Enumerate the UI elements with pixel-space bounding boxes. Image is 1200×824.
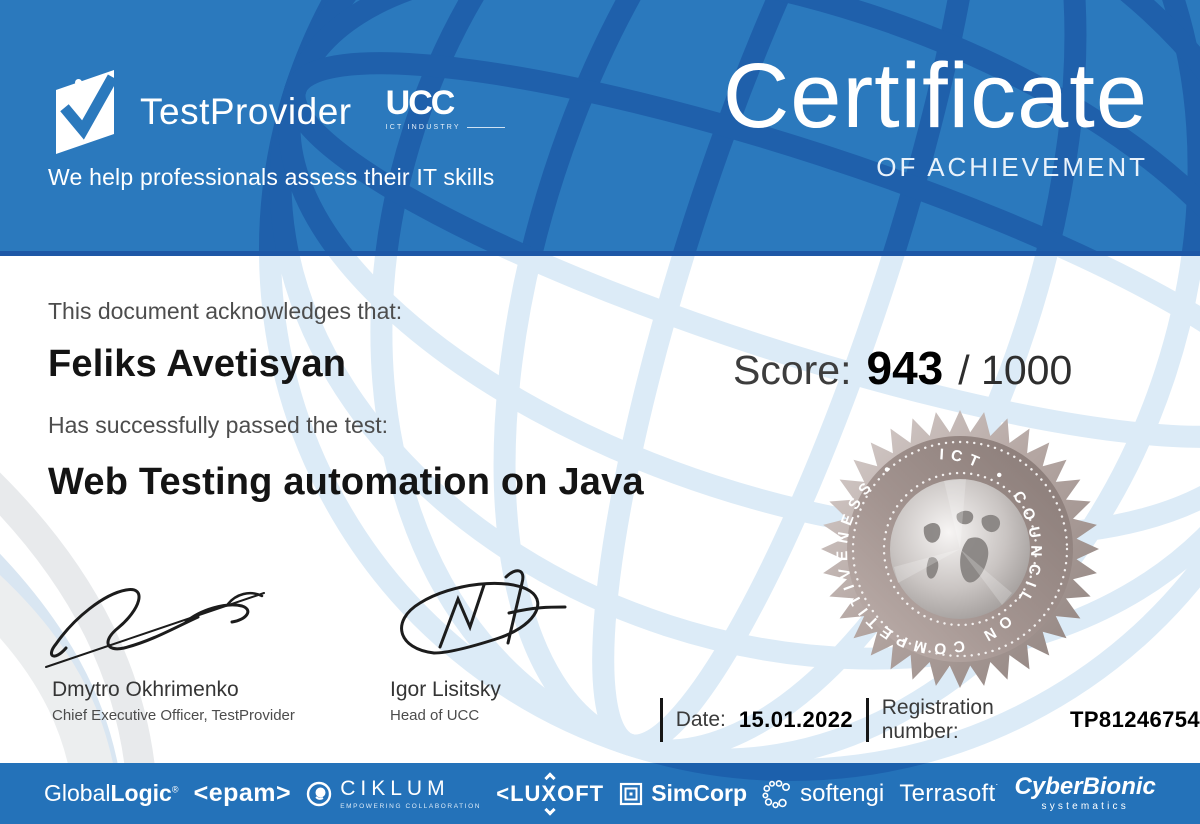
signature-image-dmytro bbox=[45, 588, 265, 668]
seal-globe-icon bbox=[890, 479, 1030, 619]
partner-logo-softengi: softengi bbox=[762, 779, 884, 809]
ucc-line bbox=[466, 127, 505, 128]
ucc-dot-icon bbox=[75, 79, 82, 86]
signatory-igor: Igor Lisitsky Head of UCC bbox=[390, 678, 501, 724]
separator-bar bbox=[660, 698, 663, 742]
meta-row: Date: 15.01.2022 Registration number: TP… bbox=[660, 696, 1200, 744]
partner-logo-simcorp: SimCorp bbox=[619, 780, 747, 807]
registration-label: Registration number: bbox=[881, 696, 994, 743]
partner-logo-epam: <epam> bbox=[193, 779, 292, 807]
certificate: TestProvider UCC ICT INDUSTRY We help pr… bbox=[0, 0, 1200, 824]
chevron-down-icon bbox=[544, 803, 556, 816]
ucc-wordmark: UCC bbox=[385, 84, 456, 122]
date-value: 15.01.2022 bbox=[738, 707, 854, 732]
header-band: TestProvider UCC ICT INDUSTRY We help pr… bbox=[0, 0, 1200, 256]
certificate-title: Certificate bbox=[722, 45, 1148, 147]
partner-logo-ciklum: CIKLUM EMPOWERING COLLABORATION bbox=[306, 778, 481, 810]
score-total: / 1000 bbox=[958, 347, 1073, 393]
ucc-logo: UCC ICT INDUSTRY bbox=[75, 79, 505, 131]
signatory-title: Chief Executive Officer, TestProvider bbox=[52, 707, 295, 724]
acknowledge-label: This document acknowledges that: bbox=[48, 298, 403, 324]
registration-value: TP81246754 bbox=[1070, 707, 1200, 732]
partner-logo-cyberbionic: CyberBionic systematics bbox=[1014, 773, 1156, 813]
partner-logo-luxoft: <LUXOFT bbox=[496, 771, 604, 816]
header-bottom-edge bbox=[0, 251, 1200, 256]
score-row: Score: 943 / 1000 bbox=[733, 341, 1072, 395]
date-label: Date: bbox=[675, 708, 726, 731]
partner-logo-globallogic: GlobalLogic® bbox=[44, 780, 179, 806]
passed-label: Has successfully passed the test: bbox=[48, 412, 389, 438]
partner-logo-terrasoft: Terrasoft˙ bbox=[899, 779, 1000, 807]
testprovider-check-icon bbox=[56, 70, 118, 154]
signatory-dmytro: Dmytro Okhrimenko Chief Executive Office… bbox=[52, 678, 295, 724]
ciklum-circle-icon bbox=[307, 781, 332, 806]
recipient-name: Feliks Avetisyan bbox=[48, 343, 347, 385]
certificate-subtitle: OF ACHIEVEMENT bbox=[876, 151, 1148, 182]
test-name: Web Testing automation on Java bbox=[48, 461, 644, 503]
ucc-subtext: ICT INDUSTRY bbox=[385, 124, 461, 131]
brand-name: TestProvider bbox=[140, 91, 352, 132]
signature-image-igor bbox=[400, 569, 567, 655]
signatory-name: Igor Lisitsky bbox=[390, 678, 501, 701]
simcorp-spiral-icon bbox=[620, 782, 643, 805]
separator-bar bbox=[866, 698, 869, 742]
softengi-bubbles-icon bbox=[762, 779, 791, 808]
header-tagline: We help professionals assess their IT sk… bbox=[48, 164, 495, 190]
score-label: Score: bbox=[733, 347, 852, 393]
signatory-name: Dmytro Okhrimenko bbox=[52, 678, 239, 701]
achievement-seal: ICT • COUNCIL ON COMPETITIVENESS • bbox=[821, 410, 1099, 688]
score-value: 943 bbox=[866, 342, 944, 394]
footer-band: GlobalLogic® <epam> CIKLUM EMPOWERING CO… bbox=[0, 763, 1200, 824]
signatory-title: Head of UCC bbox=[390, 707, 480, 724]
